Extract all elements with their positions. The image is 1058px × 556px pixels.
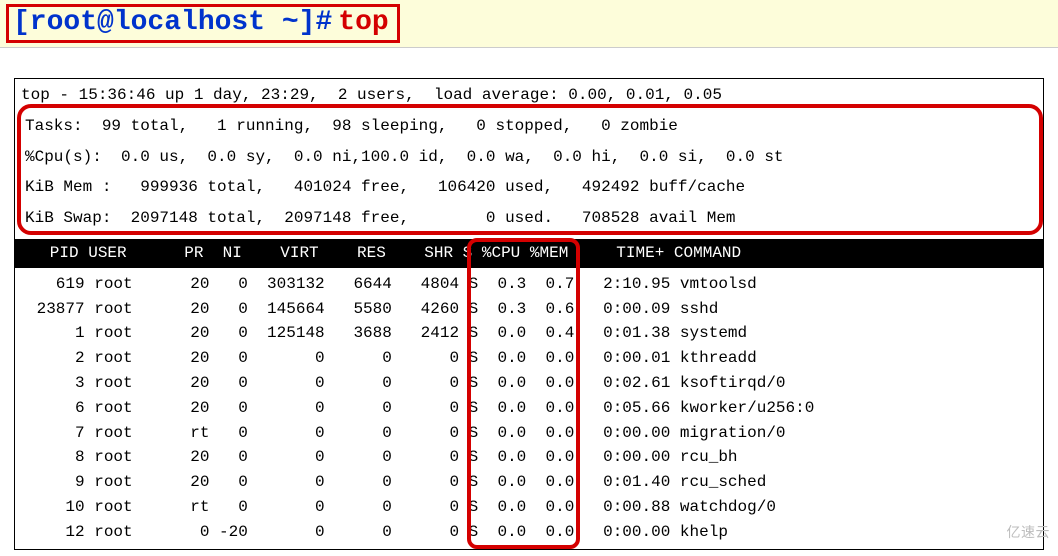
shell-command: top [338, 7, 388, 38]
process-lines: 619 root 20 0 303132 6644 4804 S 0.3 0.7… [21, 268, 1037, 547]
mem-line: KiB Mem : 999936 total, 401024 free, 106… [19, 171, 1039, 202]
shell-prompt-box: [root@localhost ~]# top [6, 4, 400, 43]
tasks-line: Tasks: 99 total, 1 running, 98 sleeping,… [19, 110, 1039, 141]
watermark: 亿速云 [1007, 522, 1051, 542]
top-summary-block: Tasks: 99 total, 1 running, 98 sleeping,… [19, 110, 1039, 233]
shell-prompt: [root@localhost ~]# [13, 7, 332, 38]
shell-prompt-bar: [root@localhost ~]# top [0, 0, 1058, 48]
terminal-window[interactable]: top - 15:36:46 up 1 day, 23:29, 2 users,… [14, 78, 1044, 550]
process-columns-header: PID USER PR NI VIRT RES SHR S %CPU %MEM … [15, 239, 1043, 268]
top-header-line: top - 15:36:46 up 1 day, 23:29, 2 users,… [15, 79, 1043, 110]
cpu-line: %Cpu(s): 0.0 us, 0.0 sy, 0.0 ni,100.0 id… [19, 141, 1039, 172]
process-list: 619 root 20 0 303132 6644 4804 S 0.3 0.7… [15, 268, 1043, 549]
swap-line: KiB Swap: 2097148 total, 2097148 free, 0… [19, 202, 1039, 233]
